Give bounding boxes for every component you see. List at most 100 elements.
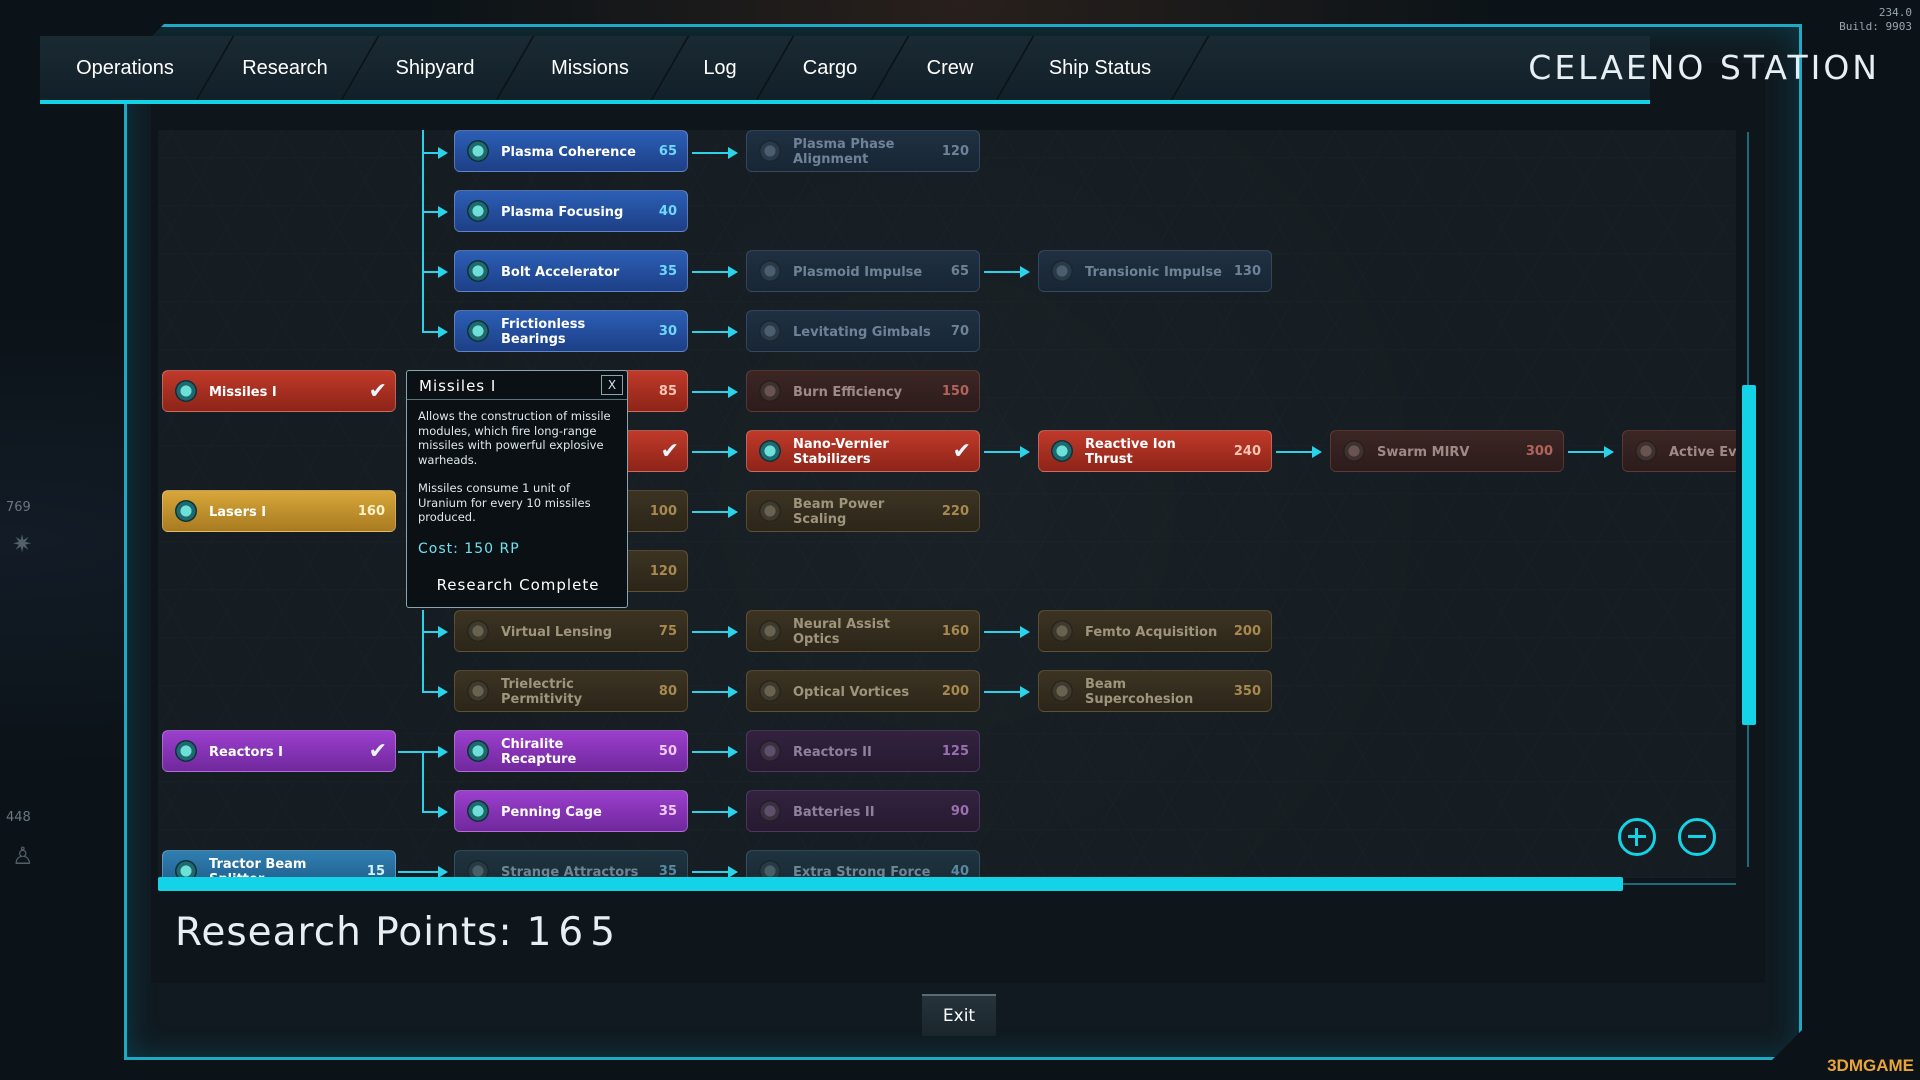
node-reactive-ion-thrust[interactable]: Reactive Ion Thrust 240: [1038, 430, 1272, 472]
node-plasma-phase-alignment[interactable]: Plasma Phase Alignment 120: [746, 130, 980, 172]
node-active-ev[interactable]: Active Ev: [1622, 430, 1736, 472]
node-reactors-i[interactable]: Reactors I ✔: [162, 730, 396, 772]
node-plasma-coherence[interactable]: Plasma Coherence 65: [454, 130, 688, 172]
node-name: Femto Acquisition: [1085, 624, 1218, 640]
node-bolt-accelerator[interactable]: Bolt Accelerator 35: [454, 250, 688, 292]
arrow-icon: [728, 326, 738, 338]
tab-operations[interactable]: Operations: [40, 36, 210, 100]
tab-research[interactable]: Research: [215, 36, 355, 100]
tab-missions[interactable]: Missions: [515, 36, 665, 100]
connector-line: [692, 451, 732, 453]
station-title: CELAENO STATION: [1528, 48, 1880, 87]
arrow-icon: [728, 686, 738, 698]
node-cost: 350: [1233, 684, 1261, 699]
tab-crew[interactable]: Crew: [890, 36, 1010, 100]
checkmark-icon: ✔: [368, 379, 387, 404]
node-strange-attractors[interactable]: Strange Attractors 35: [454, 850, 688, 878]
connector-line: [692, 391, 732, 393]
node-cost: 300: [1525, 444, 1553, 459]
node-transionic-impulse[interactable]: Transionic Impulse 130: [1038, 250, 1272, 292]
arrow-icon: [438, 206, 448, 218]
node-virtual-lensing[interactable]: Virtual Lensing 75: [454, 610, 688, 652]
shield-icon: [467, 260, 489, 282]
node-plasma-focusing[interactable]: Plasma Focusing 40: [454, 190, 688, 232]
node-cost: 30: [658, 324, 677, 339]
tooltip-close-button[interactable]: X: [601, 375, 623, 395]
node-name: Levitating Gimbals: [793, 324, 931, 340]
shield-icon: [175, 860, 197, 878]
node-cost: 125: [941, 744, 969, 759]
coordinate-readout: 234.0: [1878, 6, 1912, 19]
shield-icon: [1051, 680, 1073, 702]
node-tractor-beam-splitter[interactable]: Tractor Beam Splitter 15: [162, 850, 396, 878]
connector-line: [984, 271, 1024, 273]
shield-icon: [467, 800, 489, 822]
node-name: Lasers I: [209, 504, 267, 520]
node-frictionless-bearings[interactable]: Frictionless Bearings 30: [454, 310, 688, 352]
node-cost: 35: [658, 264, 677, 279]
node-batteries-ii[interactable]: Batteries II 90: [746, 790, 980, 832]
node-name: Neural Assist Optics: [793, 617, 891, 647]
node-swarm-mirv[interactable]: Swarm MIRV 300: [1330, 430, 1564, 472]
node-reactors-ii[interactable]: Reactors II 125: [746, 730, 980, 772]
node-burn-efficiency[interactable]: Burn Efficiency 150: [746, 370, 980, 412]
tooltip-note: Missiles consume 1 unit of Uranium for e…: [418, 481, 591, 524]
tab-ship-status[interactable]: Ship Status: [1015, 36, 1185, 100]
node-trielectric-permitivity[interactable]: Trielectric Permitivity 80: [454, 670, 688, 712]
connector-line: [984, 691, 1024, 693]
node-optical-vortices[interactable]: Optical Vortices 200: [746, 670, 980, 712]
node-name: Plasma Coherence: [501, 144, 636, 160]
tab-cargo[interactable]: Cargo: [775, 36, 885, 100]
research-tree[interactable]: Plasma Coherence 65 Plasma Focusing 40 B…: [158, 130, 1736, 878]
tab-log[interactable]: Log: [670, 36, 770, 100]
node-cost: 40: [950, 864, 969, 878]
node-cost: 120: [649, 564, 677, 579]
zoom-in-button[interactable]: [1618, 818, 1656, 856]
node-beam-power-scaling[interactable]: Beam Power Scaling 220: [746, 490, 980, 532]
shield-icon: [467, 620, 489, 642]
node-missiles-i[interactable]: Missiles I ✔: [162, 370, 396, 412]
connector-line: [692, 631, 732, 633]
tab-shipyard[interactable]: Shipyard: [360, 36, 510, 100]
node-cost: 35: [658, 864, 677, 878]
node-name: Nano-Vernier Stabilizers: [793, 437, 889, 467]
zoom-out-button[interactable]: [1678, 818, 1716, 856]
node-penning-cage[interactable]: Penning Cage 35: [454, 790, 688, 832]
node-nano-vernier-stabilizers[interactable]: Nano-Vernier Stabilizers ✔: [746, 430, 980, 472]
shield-icon: [759, 680, 781, 702]
arrow-icon: [1020, 266, 1030, 278]
node-name: Extra Strong Force: [793, 864, 931, 879]
connector-line: [984, 451, 1024, 453]
node-name: Trielectric Permitivity: [501, 677, 583, 707]
node-cost: 65: [658, 144, 677, 159]
node-levitating-gimbals[interactable]: Levitating Gimbals 70: [746, 310, 980, 352]
node-name: Penning Cage: [501, 804, 602, 820]
node-neural-assist-optics[interactable]: Neural Assist Optics 160: [746, 610, 980, 652]
side-counter-1: 769: [6, 500, 31, 515]
node-plasmoid-impulse[interactable]: Plasmoid Impulse 65: [746, 250, 980, 292]
vertical-scrollbar-thumb[interactable]: [1742, 385, 1756, 725]
connector-line: [692, 271, 732, 273]
node-beam-supercohesion[interactable]: Beam Supercohesion 350: [1038, 670, 1272, 712]
exit-button[interactable]: Exit: [922, 994, 996, 1036]
connector-line: [692, 871, 732, 873]
node-extra-strong-force[interactable]: Extra Strong Force 40: [746, 850, 980, 878]
node-name: Reactors II: [793, 744, 872, 760]
node-cost: 160: [357, 504, 385, 519]
shield-icon: [1051, 620, 1073, 642]
beacon-icon: ♙: [12, 842, 34, 870]
connector-line: [422, 751, 424, 811]
connector-line: [1568, 451, 1608, 453]
shield-icon: [467, 200, 489, 222]
version-readout: 234.0 Build: 9903: [1839, 6, 1912, 34]
node-lasers-i[interactable]: Lasers I 160: [162, 490, 396, 532]
horizontal-scrollbar-thumb[interactable]: [158, 877, 1623, 891]
shield-icon: [1343, 440, 1365, 462]
tooltip-cost: Cost: 150 RP: [418, 541, 520, 557]
node-femto-acquisition[interactable]: Femto Acquisition 200: [1038, 610, 1272, 652]
arrow-icon: [728, 266, 738, 278]
node-chiralite-recapture[interactable]: Chiralite Recapture 50: [454, 730, 688, 772]
arrow-icon: [438, 806, 448, 818]
node-name: Reactors I: [209, 744, 283, 760]
shield-icon: [467, 680, 489, 702]
